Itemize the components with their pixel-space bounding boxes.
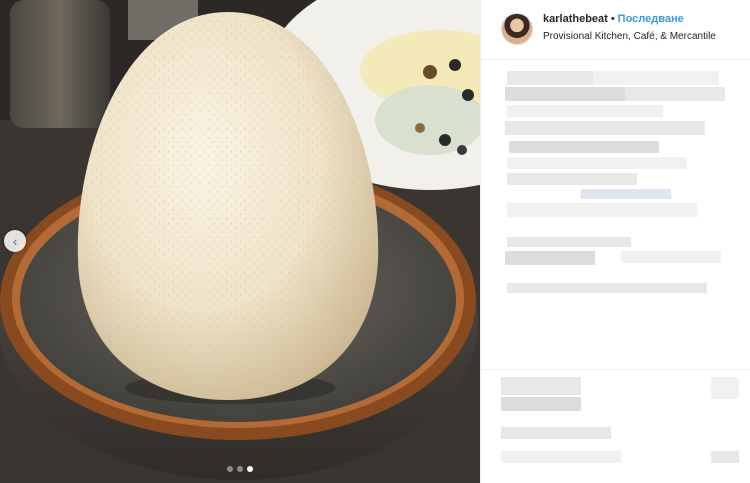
divider [481,369,750,370]
carousel-dot-active [247,466,253,472]
post-header: karlathebeat • Последване Provisional Kitc… [481,0,750,60]
header-row: karlathebeat • Последване [543,12,716,26]
carousel-indicator [0,466,480,472]
post-photo[interactable]: ‹ [0,0,480,483]
follow-button[interactable]: Последване [618,13,684,25]
instagram-post: ‹ karlathebeat • Последване Provisional Ki… [0,0,750,483]
pixelated-comments [481,61,750,483]
ostrich-egg-photo [0,0,480,483]
chevron-left-icon: ‹ [12,233,18,249]
post-side-panel: karlathebeat • Последване Provisional Kitc… [480,0,750,483]
carousel-dot [227,466,233,472]
separator: • [610,13,615,25]
avatar[interactable] [501,13,533,45]
post-header-text: karlathebeat • Последване Provisional Kitc… [543,12,716,44]
location-link[interactable]: Provisional Kitchen, Café, & Mercantile [543,30,716,44]
carousel-prev-button[interactable]: ‹ [4,230,26,252]
username-link[interactable]: karlathebeat [543,13,608,25]
carousel-dot [237,466,243,472]
